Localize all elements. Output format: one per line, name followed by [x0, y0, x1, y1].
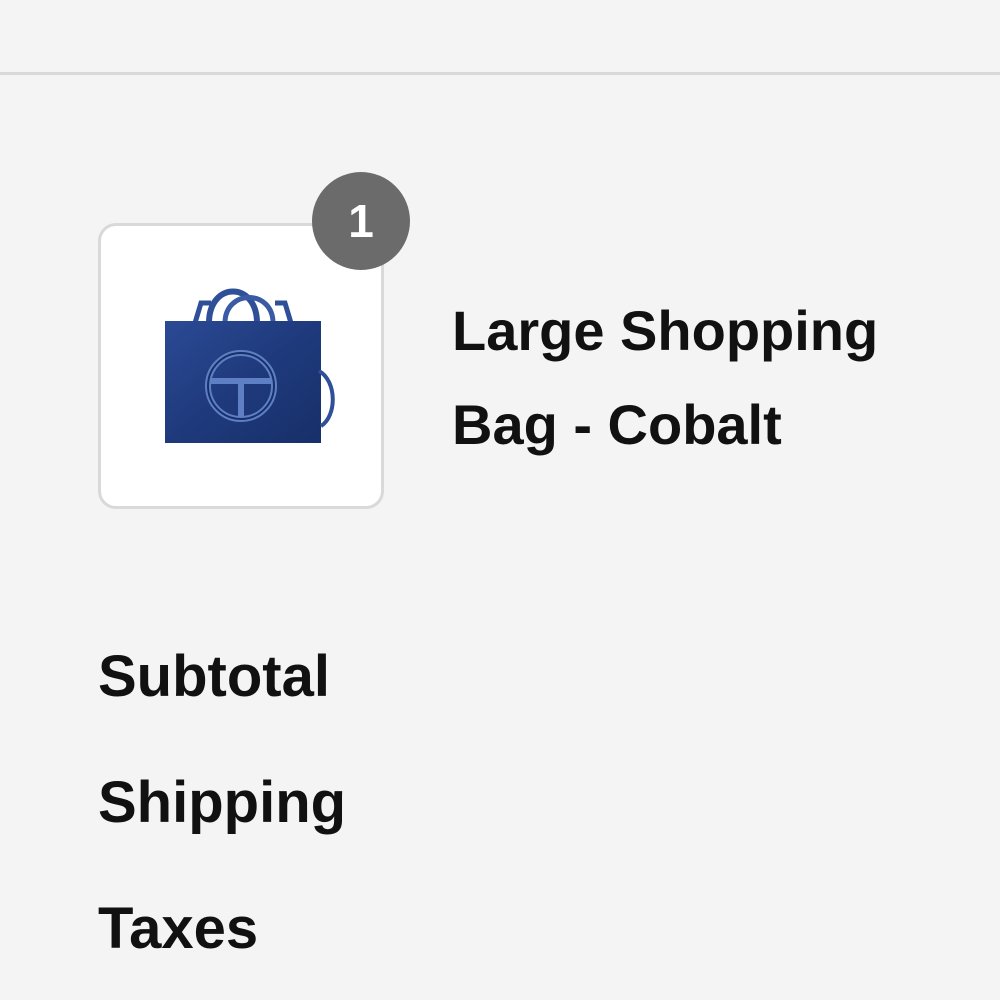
subtotal-label: Subtotal	[98, 644, 330, 709]
cobalt-shopping-bag-image	[165, 288, 335, 443]
shipping-label: Shipping	[98, 770, 347, 835]
product-name: Large Shopping Bag - Cobalt	[452, 299, 879, 456]
taxes-label: Taxes	[98, 896, 259, 961]
quantity-badge: 1	[312, 172, 410, 270]
header-divider	[0, 72, 1000, 75]
